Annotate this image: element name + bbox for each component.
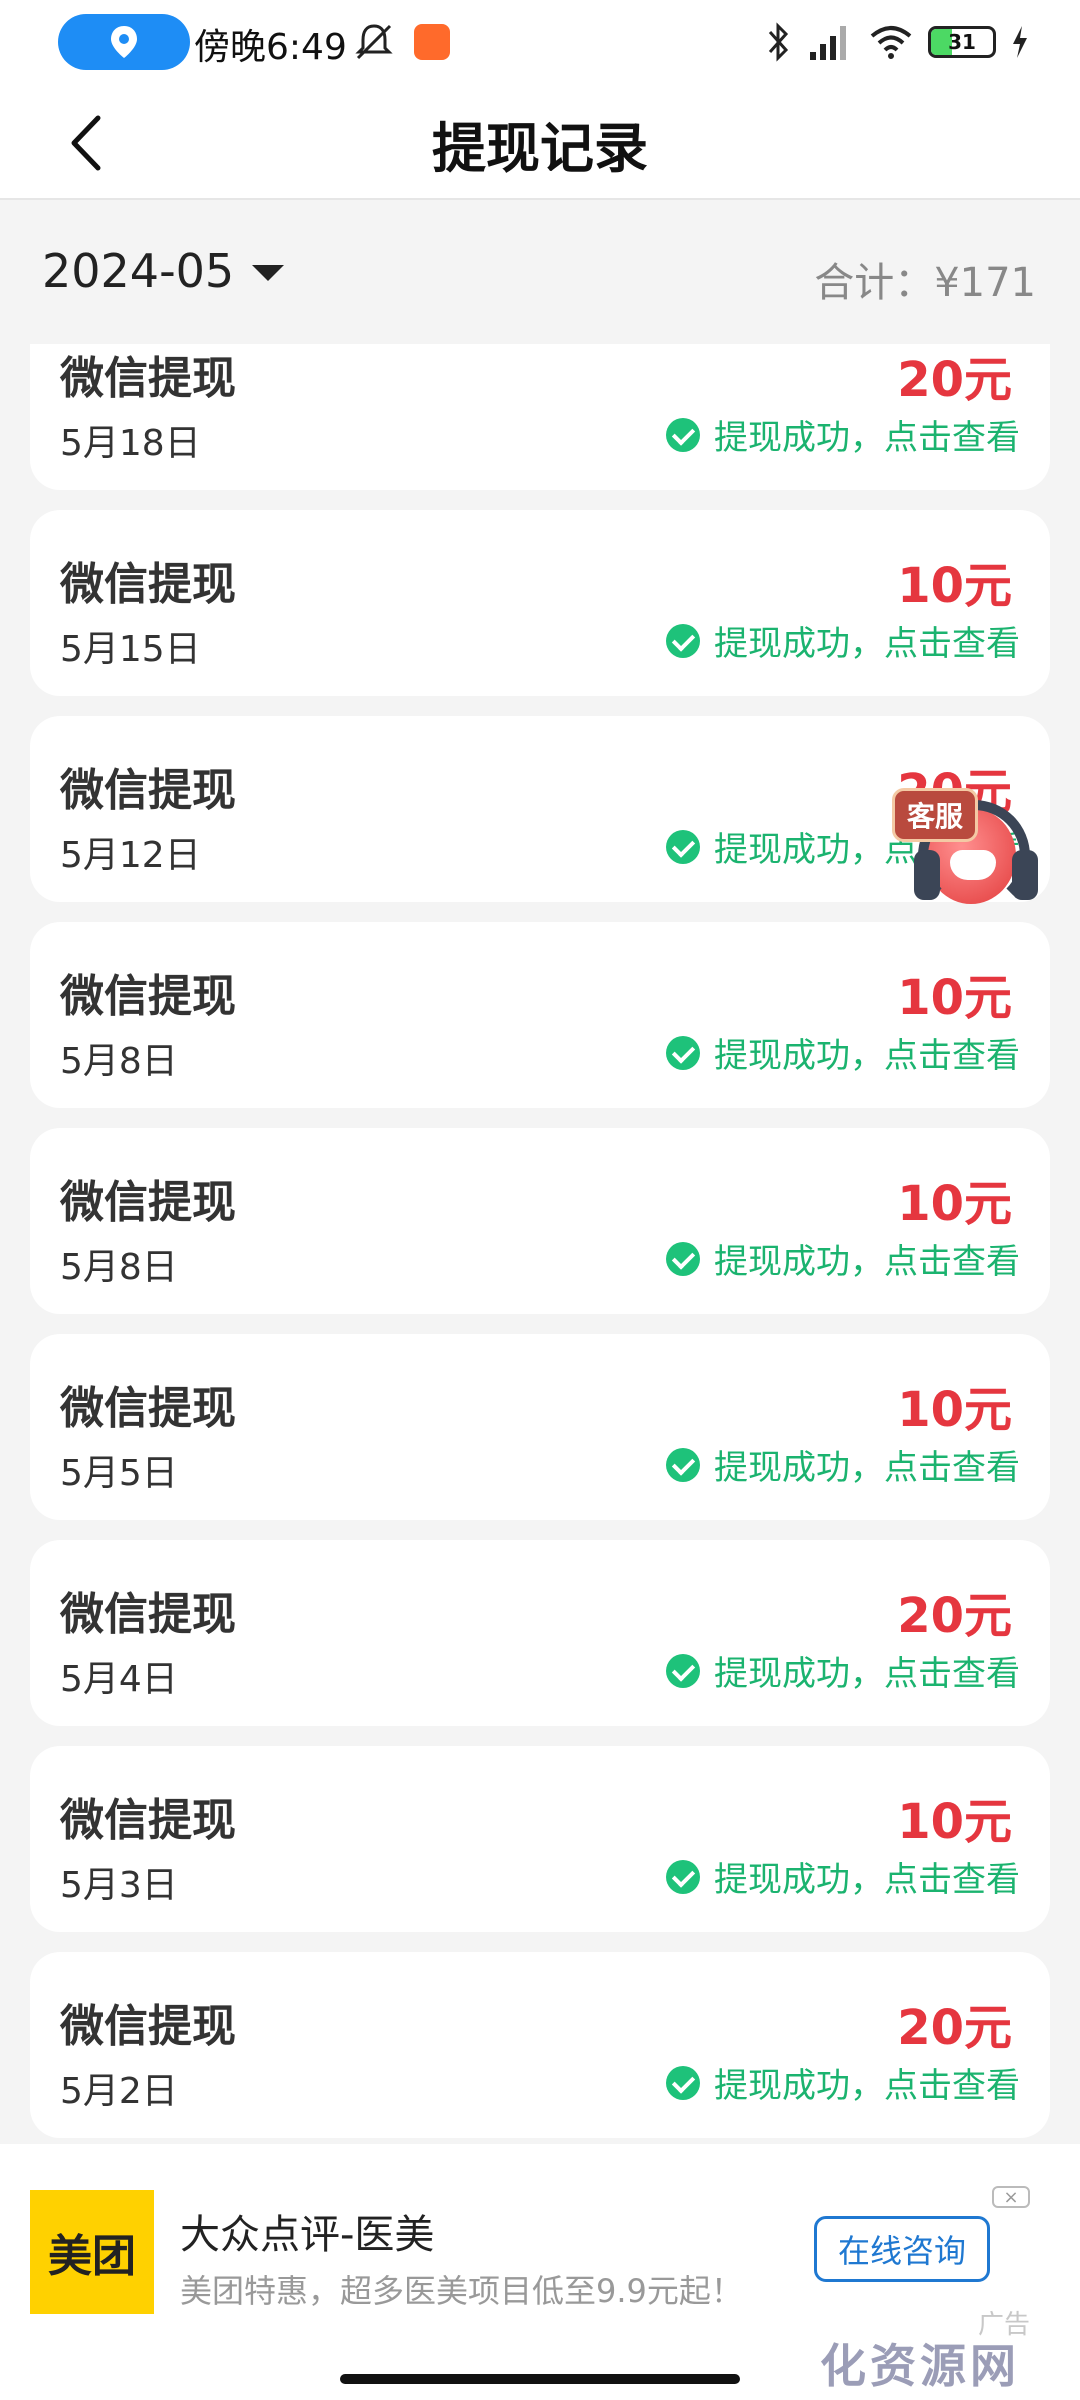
- record-card[interactable]: 微信提现 5月15日 10元 提现成功，点击查看: [30, 510, 1050, 696]
- check-circle-icon: [666, 417, 700, 452]
- record-card[interactable]: 微信提现 5月8日 10元 提现成功，点击查看: [30, 1128, 1050, 1314]
- check-circle-icon: [666, 829, 700, 864]
- caret-down-icon: [252, 265, 285, 281]
- record-date: 5月2日: [60, 2071, 178, 2112]
- status-bar: 傍晚6:49 31: [0, 0, 1080, 84]
- customer-service-button[interactable]: 客服: [892, 788, 1052, 928]
- record-date: 5月18日: [60, 423, 201, 464]
- header: 提现记录: [0, 84, 1080, 200]
- record-date: 5月12日: [60, 835, 201, 876]
- filter-row: 2024-05 合计：¥171: [0, 200, 1080, 344]
- record-status: 提现成功，点击查看: [714, 624, 1020, 664]
- record-title: 微信提现: [60, 353, 236, 404]
- page-title: 提现记录: [432, 117, 648, 180]
- record-amount: 10元: [897, 1382, 1012, 1438]
- record-status: 提现成功，点击查看: [714, 1036, 1020, 1076]
- record-card[interactable]: 微信提现 5月4日 20元 提现成功，点击查看: [30, 1540, 1050, 1726]
- month-label: 2024-05: [42, 244, 235, 298]
- record-status: 提现成功，点击查看: [714, 1860, 1020, 1900]
- record-status-link[interactable]: 提现成功，点击查看: [666, 1646, 1020, 1695]
- charging-icon: [1013, 26, 1027, 58]
- record-title: 微信提现: [60, 1177, 236, 1228]
- record-title: 微信提现: [60, 1795, 236, 1846]
- record-title: 微信提现: [60, 1383, 236, 1434]
- check-circle-icon: [666, 2065, 700, 2100]
- signal-icon: [810, 26, 846, 60]
- record-title: 微信提现: [60, 765, 236, 816]
- record-date: 5月8日: [60, 1247, 178, 1288]
- check-circle-icon: [666, 1241, 700, 1276]
- bluetooth-icon: [768, 22, 789, 62]
- record-title: 微信提现: [60, 971, 236, 1022]
- ad-subtitle: 美团特惠，超多医美项目低至9.9元起！: [180, 2272, 743, 2310]
- record-amount: 10元: [897, 558, 1012, 614]
- record-status-link[interactable]: 提现成功，点击查看: [666, 410, 1020, 459]
- record-title: 微信提现: [60, 2001, 236, 2052]
- watermark: 化资源网: [820, 2339, 1020, 2393]
- record-amount: 10元: [897, 1176, 1012, 1232]
- check-circle-icon: [666, 1447, 700, 1482]
- record-card[interactable]: 微信提现 5月18日 20元 提现成功，点击查看: [30, 344, 1050, 490]
- record-date: 5月8日: [60, 1041, 178, 1082]
- status-icons: 31: [766, 20, 1030, 64]
- month-selector[interactable]: 2024-05: [42, 244, 285, 298]
- battery-icon: 31: [928, 26, 996, 58]
- record-card[interactable]: 微信提现 5月2日 20元 提现成功，点击查看: [30, 1952, 1050, 2138]
- home-indicator[interactable]: [340, 2374, 740, 2384]
- record-status-link[interactable]: 提现成功，点击查看: [666, 1852, 1020, 1901]
- record-status: 提现成功，点击查看: [714, 1448, 1020, 1488]
- record-card[interactable]: 微信提现 5月3日 10元 提现成功，点击查看: [30, 1746, 1050, 1932]
- record-status-link[interactable]: 提现成功，点击查看: [666, 2058, 1020, 2107]
- check-circle-icon: [666, 1859, 700, 1894]
- record-title: 微信提现: [60, 1589, 236, 1640]
- ad-consult-button[interactable]: 在线咨询: [814, 2216, 990, 2282]
- check-circle-icon: [666, 623, 700, 658]
- record-date: 5月4日: [60, 1659, 178, 1700]
- location-indicator[interactable]: [58, 14, 190, 70]
- record-status-link[interactable]: 提现成功，点击查看: [666, 616, 1020, 665]
- record-status: 提现成功，点击查看: [714, 1242, 1020, 1282]
- record-amount: 20元: [897, 1588, 1012, 1644]
- ad-title: 大众点评-医美: [180, 2212, 435, 2258]
- status-time: 傍晚6:49: [194, 27, 347, 68]
- record-amount: 20元: [897, 352, 1012, 408]
- record-status-link[interactable]: 提现成功，点击查看: [666, 1234, 1020, 1283]
- record-amount: 20元: [897, 2000, 1012, 2056]
- ad-close-button[interactable]: ×: [992, 2186, 1030, 2208]
- battery-level: 31: [948, 30, 976, 54]
- record-date: 5月3日: [60, 1865, 178, 1906]
- record-card[interactable]: 微信提现 5月5日 10元 提现成功，点击查看: [30, 1334, 1050, 1520]
- record-status-link[interactable]: 提现成功，点击查看: [666, 1028, 1020, 1077]
- ad-logo: 美团: [30, 2190, 154, 2314]
- record-title: 微信提现: [60, 559, 236, 610]
- check-circle-icon: [666, 1035, 700, 1070]
- record-status: 提现成功，点击查看: [714, 1654, 1020, 1694]
- record-status: 提现成功，点击查看: [714, 418, 1020, 458]
- record-date: 5月15日: [60, 629, 201, 670]
- record-date: 5月5日: [60, 1453, 178, 1494]
- record-amount: 10元: [897, 970, 1012, 1026]
- record-status: 提现成功，点击查看: [714, 2066, 1020, 2106]
- wifi-icon: [870, 26, 912, 59]
- record-status-link[interactable]: 提现成功，点击查看: [666, 1440, 1020, 1489]
- location-pin-icon: [111, 26, 137, 58]
- check-circle-icon: [666, 1653, 700, 1688]
- record-amount: 10元: [897, 1794, 1012, 1850]
- record-card[interactable]: 微信提现 5月8日 10元 提现成功，点击查看: [30, 922, 1050, 1108]
- total-amount: 合计：¥171: [814, 260, 1036, 306]
- record-list[interactable]: 微信提现 5月18日 20元 提现成功，点击查看 微信提现 5月15日 10元 …: [0, 344, 1080, 2144]
- service-label: 客服: [892, 788, 979, 842]
- bell-muted-icon: [355, 24, 393, 60]
- app-notification-icon: [414, 24, 450, 60]
